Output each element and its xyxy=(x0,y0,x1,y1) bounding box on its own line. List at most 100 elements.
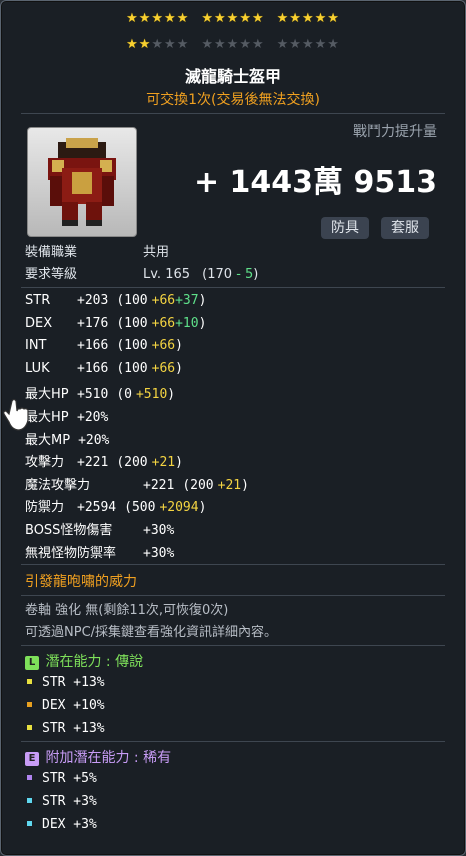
star-group: ★★★★★ xyxy=(126,37,189,52)
stat-bonus: +66 xyxy=(151,293,176,308)
divider xyxy=(21,287,445,288)
stat-base: (100 xyxy=(116,338,148,354)
stat-total: +221 xyxy=(77,455,109,471)
stat-bonus: +2094 xyxy=(159,500,199,516)
potential-value: STR +13% xyxy=(42,721,105,736)
req-value: Lv. 165 xyxy=(143,267,191,282)
stat-name: DEX xyxy=(25,315,53,331)
star-group: ★★★★★ xyxy=(277,11,340,26)
req-close: ) xyxy=(253,267,259,282)
star-icon: ★ xyxy=(301,37,315,52)
star-group: ★★★★★ xyxy=(201,37,264,52)
stat-bonus: +66 xyxy=(151,338,176,354)
stat-bonus: +510 xyxy=(135,387,168,403)
tag-set: 套服 xyxy=(381,217,429,239)
star-icon: ★ xyxy=(138,11,152,26)
star-icon: ★ xyxy=(314,11,328,26)
stat-total: +30% xyxy=(143,523,175,538)
star-icon: ★ xyxy=(276,37,290,52)
soul-text: 引發龍咆嘯的威力 xyxy=(25,574,137,590)
star-icon: ★ xyxy=(138,37,152,52)
potential-line: DEX +3% xyxy=(27,817,97,832)
stat-row: DEX +176 (100 +66+10) xyxy=(25,316,206,331)
stat-row: 攻擊力 +221 (200 +21) xyxy=(25,451,183,470)
stat-row: 最大HP +20% xyxy=(25,406,120,425)
stat-bonus: +66 xyxy=(151,360,176,376)
stat-name: 魔法攻擊力 xyxy=(25,477,91,493)
stat-total: +176 xyxy=(77,315,109,331)
stat-bonus: +66 xyxy=(151,315,176,331)
stat-bonus: +21 xyxy=(151,455,176,471)
scroll-hint: 可透過NPC/採集鍵查看強化資訊詳細內容。 xyxy=(25,625,278,640)
stat-bonus: +21 xyxy=(217,477,242,493)
bullet-icon xyxy=(27,702,32,707)
potential-title: 潛在能力 : 傳說 xyxy=(45,654,144,670)
star-icon: ★ xyxy=(226,37,240,52)
stat-close: ) xyxy=(167,387,176,403)
star-icon: ★ xyxy=(201,37,215,52)
potential-value: DEX +10% xyxy=(42,698,105,713)
stat-name: STR xyxy=(25,293,51,308)
stat-row: 最大MP +20% xyxy=(25,429,121,448)
star-icon: ★ xyxy=(126,37,139,52)
stat-total: +30% xyxy=(143,545,175,561)
stat-row: 防禦力 +2594 (500 +2094) xyxy=(25,496,206,515)
star-icon: ★ xyxy=(327,11,340,26)
combat-power-label: 戰鬥力提升量 xyxy=(353,124,437,140)
potential-line: DEX +10% xyxy=(27,698,105,713)
combat-power-value: + 1443萬 9513 xyxy=(193,165,437,200)
star-icon: ★ xyxy=(151,37,165,52)
bullet-icon xyxy=(27,679,32,684)
bonus-potential-title: 附加潛在能力 : 稀有 xyxy=(45,750,172,766)
stat-row: LUK +166 (100 +66) xyxy=(25,361,183,376)
star-icon: ★ xyxy=(151,11,165,26)
potential-line: STR +13% xyxy=(27,721,105,736)
stat-close: ) xyxy=(241,477,249,493)
star-icon: ★ xyxy=(289,37,302,52)
potential-value: STR +13% xyxy=(42,675,105,690)
req-label: 要求等級 xyxy=(25,267,78,282)
star-icon: ★ xyxy=(239,37,252,52)
stat-base: (100 xyxy=(116,360,148,376)
stat-name: 最大MP xyxy=(25,432,71,448)
star-group: ★★★★★ xyxy=(201,11,264,26)
stat-total: +203 xyxy=(77,293,109,308)
req-base: (170 xyxy=(202,267,233,282)
divider xyxy=(21,645,445,646)
stat-base: (0 xyxy=(116,387,132,403)
stat-row: 最大HP +510 (0 +510) xyxy=(25,383,175,402)
stat-total: +2594 xyxy=(77,500,117,516)
item-name: 滅龍騎士盔甲 xyxy=(184,67,281,86)
tag-armor: 防具 xyxy=(321,217,369,239)
stat-total: +510 xyxy=(77,387,109,403)
star-icon: ★ xyxy=(164,11,177,26)
stat-total: +166 xyxy=(77,360,109,376)
bonus-potential-header: E 附加潛在能力 : 稀有 xyxy=(25,747,171,767)
hand-cursor-icon xyxy=(3,398,29,431)
stat-close: ) xyxy=(198,293,207,308)
epic-badge-icon: E xyxy=(25,752,39,766)
potential-line: STR +3% xyxy=(27,794,97,809)
scroll-info: 卷軸 強化 無(剩餘11次,可恢復0次) xyxy=(25,603,229,618)
potential-line: STR +5% xyxy=(27,771,97,786)
star-icon: ★ xyxy=(301,11,315,26)
stat-base: (500 xyxy=(124,500,156,516)
stat-extra: +37 xyxy=(175,293,199,308)
stat-base: (200 xyxy=(182,477,214,493)
stat-base: (100 xyxy=(116,293,148,308)
stat-row: STR +203 (100 +66+37) xyxy=(25,293,206,308)
job-value: 共用 xyxy=(143,245,170,260)
star-force-row-2: ★★★★★ ★★★★★ ★★★★★ xyxy=(1,37,465,52)
stat-name: 無視怪物防禦率 xyxy=(25,545,117,561)
stat-name: 防禦力 xyxy=(25,500,65,516)
stat-row: 魔法攻擊力 +221 (200 +21) xyxy=(25,474,249,493)
req-reduction: - 5 xyxy=(236,267,254,282)
stat-total: +20% xyxy=(78,432,110,448)
stat-close: ) xyxy=(175,360,183,376)
star-icon: ★ xyxy=(176,37,190,52)
star-icon: ★ xyxy=(314,37,328,52)
stat-name: BOSS怪物傷害 xyxy=(25,523,113,538)
potential-line: STR +13% xyxy=(27,675,105,690)
job-label: 裝備職業 xyxy=(25,245,78,260)
star-icon: ★ xyxy=(276,11,290,26)
